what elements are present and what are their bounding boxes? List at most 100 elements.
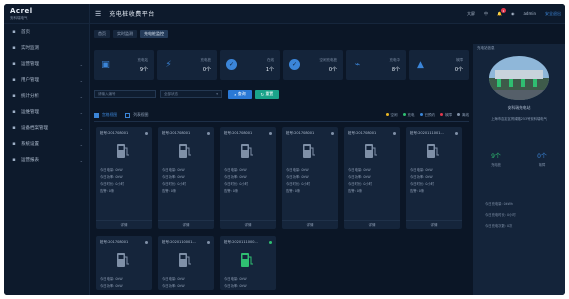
reset-button[interactable]: ↻ 重置 <box>255 89 279 99</box>
view-tab-grid-label: 宫格视图 <box>102 112 118 117</box>
pile-stat-line: 今日电量: 0kW <box>162 168 185 172</box>
chevron-down-icon: ⌄ <box>79 93 83 99</box>
pile-stat-line: 今日功率: 0kW <box>100 175 123 179</box>
sidebar-item[interactable]: ▪ 系统设置 ⌄ <box>4 136 89 152</box>
pile-stats: 今日电量: 0kW 今日功率: 0kW 今日时长: 0小时 告警: 0条 <box>348 167 372 195</box>
status-dot <box>145 241 148 244</box>
pile-stat-line: 今日电量: 0kW <box>286 168 309 172</box>
legend-item: 故障 <box>440 113 452 118</box>
pile-card[interactable]: 桩号:201708001 今日电量: 0kW 今日功率: 0kW 今日时长: 0小时告… <box>96 127 152 229</box>
station-count: 0个 故障 <box>537 151 547 167</box>
pile-stat-line: 今日时长: 0小时 <box>224 182 249 186</box>
warning-icon: ▲ <box>417 59 424 70</box>
sidebar-item[interactable]: ▪ 实时监测 <box>4 40 89 56</box>
pile-stat-line: 今日电量: 0kW <box>410 168 433 172</box>
pile-stat-line: 今日时长: 0小时 <box>410 182 435 186</box>
pile-card[interactable]: 桩号:2020111000... 今日电量: 0kW 今日功率: 0kW <box>220 236 276 290</box>
station-icon: ▣ <box>101 59 110 70</box>
pile-id: 桩号:201708001 <box>286 131 315 135</box>
stat-label: 在线 <box>267 58 274 62</box>
pile-card[interactable]: 桩号:201708001 今日电量: 0kW 今日功率: 0kW 今日时长: 0小时告… <box>158 127 214 229</box>
status-dot <box>393 132 396 135</box>
fullscreen-link[interactable]: 大屏 <box>467 11 475 17</box>
station-counts: 9个 充电桩 0个 故障 <box>473 151 565 167</box>
pile-stats: 今日电量: 0kW 今日功率: 0kW 今日时长: 0小时 告警: 0条 <box>286 167 310 195</box>
pile-stat-line: 告警: 0条 <box>286 189 301 193</box>
settings-icon: ▪ <box>12 141 16 147</box>
sidebar-item-label: 运营管理 <box>21 62 39 67</box>
legend-label: 故障 <box>445 112 452 117</box>
charging-pile-icon <box>241 253 253 267</box>
legend-label: 离线 <box>462 112 469 117</box>
page-tab[interactable]: 实时监测 <box>113 30 137 38</box>
station-count: 9个 充电桩 <box>491 151 501 167</box>
charging-pile-icon <box>179 253 191 267</box>
legend-dot <box>457 113 460 116</box>
pile-stat-line: 今日电量: 0kW <box>100 277 123 281</box>
page-tab[interactable]: 充电桩监控 <box>140 30 168 38</box>
query-button[interactable]: ⌕ 查询 <box>228 89 252 99</box>
details-link[interactable]: 详情 <box>344 220 400 228</box>
sidebar-item[interactable]: ▪ 运营管理 ⌄ <box>4 56 89 72</box>
station-count-label: 充电桩 <box>491 163 501 167</box>
charging-pile-icon <box>365 144 377 158</box>
station-info: 今日充电量: 0kWh 今日充电时长: 0小时 今日充电次数: 0次 <box>473 199 565 232</box>
view-tab-list[interactable]: 列表视图 <box>125 112 148 118</box>
status-select[interactable]: 全部状态 ▾ <box>160 90 222 98</box>
legend-item: 已预约 <box>419 113 435 118</box>
home-icon: ▪ <box>12 29 16 35</box>
pile-stat-line: 今日功率: 0kW <box>286 175 309 179</box>
details-link[interactable]: 详情 <box>220 220 276 228</box>
pile-stat-line: 今日电量: 0kW <box>100 168 123 172</box>
language-switch[interactable]: 中 <box>484 11 488 17</box>
chevron-down-icon: ⌄ <box>79 125 83 131</box>
logo-sub: 安科瑞电气 <box>10 15 28 20</box>
chevron-down-icon: ▾ <box>216 92 218 96</box>
query-button-label: 查询 <box>237 91 246 96</box>
pile-card[interactable]: 桩号:201708001 今日电量: 0kW 今日功率: 0kW <box>96 236 152 290</box>
menu-toggle-icon[interactable]: ☰ <box>95 10 101 18</box>
view-tab-grid[interactable]: 宫格视图 <box>94 112 117 118</box>
chevron-down-icon: ⌄ <box>79 141 83 147</box>
legend-label: 充电 <box>407 112 415 117</box>
stat-card: ▣ 充电站 9个 <box>94 50 154 80</box>
sidebar-item[interactable]: ▪ 设备档案管理 ⌄ <box>4 120 89 136</box>
app-window: Acrel 安科瑞电气 ▪ 首页 ▪ 实时监测 ▪ 运营管理 ⌄ ▪ 用户管理 ⌄ ▪ 统计分析 ⌄ ▪ 运… <box>4 4 565 295</box>
pile-id: 桩号:2020111001... <box>410 131 444 135</box>
search-icon: ⌕ <box>234 91 237 97</box>
logout-link[interactable]: 安全退出 <box>545 11 561 17</box>
details-link[interactable]: 详情 <box>282 220 338 228</box>
charging-pile-icon <box>241 144 253 158</box>
pile-card[interactable]: 桩号:201708001 今日电量: 0kW 今日功率: 0kW 今日时长: 0小时告… <box>344 127 400 229</box>
pile-stat-line: 告警: 0条 <box>100 189 115 193</box>
pile-card[interactable]: 桩号:201708001 今日电量: 0kW 今日功率: 0kW 今日时长: 0小时告… <box>220 127 276 229</box>
search-input[interactable]: 请输入编号 <box>94 90 156 98</box>
sidebar-item[interactable]: ▪ 首页 <box>4 24 89 40</box>
station-panel: 充电站信息 安科瑞充电站 上海市嘉定区育绿路253号安科瑞电气 9个 充电桩 0… <box>473 44 565 295</box>
pile-stats: 今日电量: 0kW 今日功率: 0kW 今日时长: 0小时 告警: 0条 <box>224 167 248 195</box>
page-tabs: 首页 实时监测 充电桩监控 <box>94 30 168 40</box>
station-count-value: 9个 <box>491 153 501 160</box>
pile-stat-line: 今日电量: 0kW <box>162 277 185 281</box>
username[interactable]: admin <box>523 11 536 16</box>
sidebar-item[interactable]: ▪ 用户管理 ⌄ <box>4 72 89 88</box>
sidebar-item[interactable]: ▪ 运营报表 ⌄ <box>4 152 89 168</box>
details-link[interactable]: 详情 <box>406 220 462 228</box>
avatar[interactable]: ◉ <box>511 11 515 16</box>
pile-card[interactable]: 桩号:2020110001... 今日电量: 0kW 今日功率: 0kW <box>158 236 214 290</box>
legend-dot <box>419 113 423 116</box>
details-link[interactable]: 详情 <box>158 220 214 228</box>
pile-stat-line: 今日时长: 0小时 <box>348 182 373 186</box>
bell-icon[interactable]: 🔔 1 <box>497 8 506 16</box>
pile-card[interactable]: 桩号:201708001 今日电量: 0kW 今日功率: 0kW 今日时长: 0小时告… <box>282 127 338 229</box>
details-link[interactable]: 详情 <box>96 220 152 228</box>
stat-card: ▲ 故障 0个 <box>409 50 469 80</box>
pile-card[interactable]: 桩号:2020111001... 今日电量: 0kW 今日功率: 0kW 今日时长: … <box>406 127 462 229</box>
sidebar-item-label: 系统设置 <box>21 142 39 147</box>
status-select-value: 全部状态 <box>164 92 178 96</box>
pile-stat-line: 今日功率: 0kW <box>162 175 185 179</box>
sidebar-item[interactable]: ▪ 统计分析 ⌄ <box>4 88 89 104</box>
sidebar-item[interactable]: ▪ 运维管理 ⌄ <box>4 104 89 120</box>
page-tab[interactable]: 首页 <box>94 30 110 38</box>
charging-pile-icon <box>117 253 129 267</box>
